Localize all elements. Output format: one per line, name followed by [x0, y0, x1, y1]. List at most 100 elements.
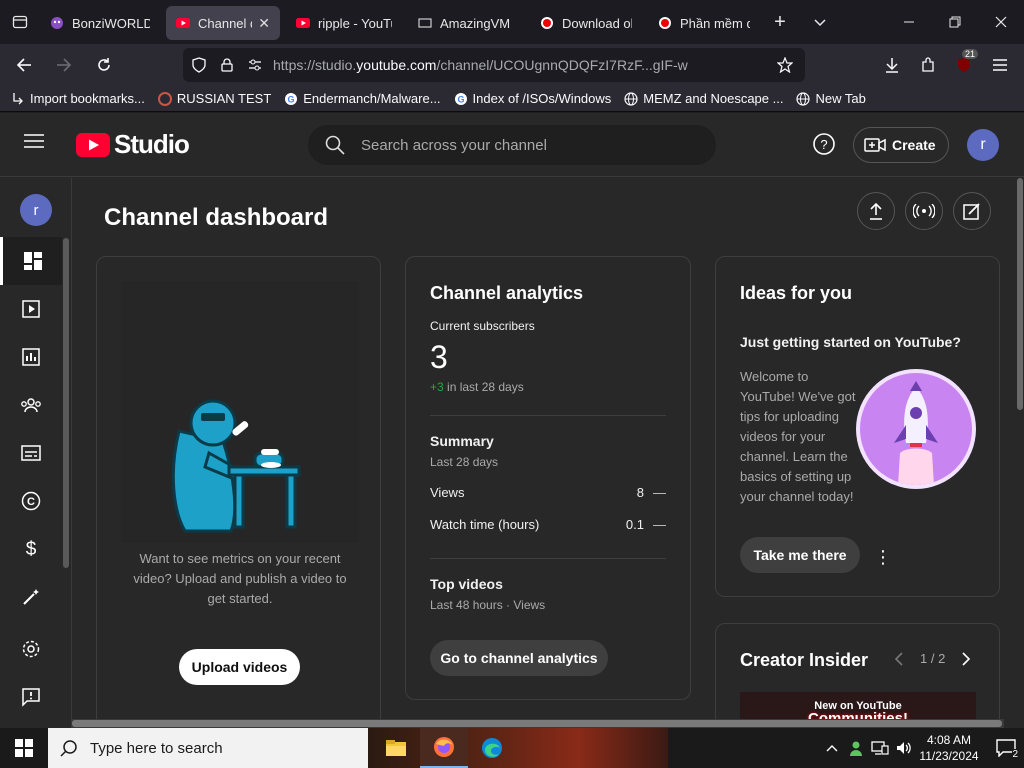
- sidebar-item-customization[interactable]: [0, 573, 62, 621]
- tab-list-icon[interactable]: [0, 0, 40, 44]
- taskbar-clock[interactable]: 4:08 AM 11/23/2024: [916, 732, 982, 764]
- go-to-analytics-button[interactable]: Go to channel analytics: [430, 640, 608, 676]
- maximize-icon[interactable]: [932, 0, 978, 44]
- prev-arrow-icon[interactable]: [894, 652, 904, 666]
- scrollbar-thumb[interactable]: [1017, 178, 1023, 410]
- browser-tab-download-old[interactable]: Download old: [530, 6, 642, 40]
- sidebar-item-settings[interactable]: [0, 625, 62, 673]
- sidebar-item-analytics[interactable]: [0, 333, 62, 381]
- studio-logo[interactable]: Studio: [76, 129, 190, 160]
- browser-tab-ripple[interactable]: ripple - YouTu: [286, 6, 402, 40]
- account-avatar[interactable]: r: [967, 129, 999, 161]
- page-title: Channel dashboard: [104, 204, 329, 231]
- dashboard-icon: [23, 251, 43, 271]
- sidebar-item-copyright[interactable]: C: [0, 477, 62, 525]
- svg-text:C: C: [27, 496, 35, 508]
- metric-row-watch-time[interactable]: Watch time (hours) 0.1 —: [430, 517, 666, 532]
- more-options-icon[interactable]: ⋮: [874, 547, 892, 568]
- notification-center-icon[interactable]: 2: [988, 728, 1024, 768]
- windows-taskbar: Type here to search 4:08 AM 11/23/2024 2: [0, 728, 1024, 768]
- summary-title: Summary: [430, 433, 494, 449]
- bookmark-label: RUSSIAN TEST: [176, 91, 272, 106]
- create-button[interactable]: Create: [853, 127, 949, 163]
- studio-sidebar: r C $: [0, 178, 72, 728]
- page-scrollbar[interactable]: [1016, 178, 1024, 728]
- bookmark-index-isos[interactable]: G Index of /ISOs/Windows: [453, 91, 611, 107]
- chevron-down-icon[interactable]: [800, 0, 840, 44]
- analytics-icon: [21, 347, 41, 367]
- tab-title: Phần mềm qu: [680, 15, 750, 31]
- globe-icon: [795, 91, 811, 107]
- file-explorer-icon[interactable]: [372, 728, 420, 768]
- bookmark-star-icon[interactable]: [771, 57, 799, 73]
- network-icon[interactable]: [868, 741, 892, 755]
- sidebar-scrollbar[interactable]: [63, 238, 69, 568]
- back-arrow-icon[interactable]: [6, 47, 42, 83]
- channel-avatar[interactable]: r: [20, 194, 52, 226]
- shield-icon[interactable]: [185, 57, 213, 73]
- edge-icon[interactable]: [468, 728, 516, 768]
- summary-period: Last 28 days: [430, 455, 499, 469]
- bookmark-memz[interactable]: MEMZ and Noescape ...: [623, 91, 783, 107]
- user-status-icon[interactable]: [844, 740, 868, 756]
- volume-icon[interactable]: [892, 741, 916, 755]
- next-arrow-icon[interactable]: [961, 652, 971, 666]
- go-live-icon[interactable]: [905, 192, 943, 230]
- extensions-icon[interactable]: [910, 47, 946, 83]
- browser-tab-phan-mem[interactable]: Phần mềm qu: [648, 6, 760, 40]
- bookmark-label: Endermanch/Malware...: [303, 91, 441, 106]
- channel-analytics-card: Channel analytics Current subscribers 3 …: [405, 256, 691, 700]
- bookmark-russian-test[interactable]: RUSSIAN TEST: [157, 91, 271, 107]
- close-tab-icon[interactable]: ✕: [258, 15, 270, 32]
- menu-icon[interactable]: [982, 47, 1018, 83]
- sidebar-item-dashboard[interactable]: [0, 237, 62, 285]
- permissions-icon[interactable]: [241, 59, 269, 71]
- browser-tab-channel-dashboard[interactable]: Channel da ✕: [166, 6, 280, 40]
- bookmark-endermanch[interactable]: G Endermanch/Malware...: [283, 91, 441, 107]
- sidebar-item-community[interactable]: [0, 381, 62, 429]
- metric-value: 0.1: [625, 517, 644, 532]
- bookmark-label: MEMZ and Noescape ...: [643, 91, 784, 106]
- lock-icon[interactable]: [213, 58, 241, 72]
- hamburger-menu-icon[interactable]: [24, 133, 44, 149]
- forward-arrow-icon[interactable]: [46, 47, 82, 83]
- browser-tab-bonziworld[interactable]: BonziWORLD: [40, 6, 160, 40]
- windows-start-icon[interactable]: [0, 728, 48, 768]
- address-bar[interactable]: https://studio.youtube.com/channel/UCOUg…: [183, 48, 805, 82]
- new-tab-icon[interactable]: +: [760, 0, 800, 44]
- ublock-icon[interactable]: 21: [946, 47, 982, 83]
- creator-insider-title: Creator Insider: [740, 650, 869, 670]
- magic-wand-icon: [21, 587, 41, 607]
- help-icon[interactable]: ?: [812, 132, 836, 156]
- upload-videos-button[interactable]: Upload videos: [179, 649, 300, 685]
- subscribers-delta: +3 in last 28 days: [430, 380, 524, 394]
- upload-icon[interactable]: [857, 192, 895, 230]
- upload-illustration: [121, 281, 359, 543]
- sidebar-item-content[interactable]: [0, 285, 62, 333]
- metric-trend: —: [653, 485, 666, 500]
- create-post-icon[interactable]: [953, 192, 991, 230]
- youtube-studio-page: Studio Search across your channel ? Crea…: [0, 113, 1024, 728]
- upload-prompt-text: Want to see metrics on your recent video…: [133, 551, 347, 606]
- russian-test-icon: [157, 91, 173, 107]
- reload-icon[interactable]: [86, 47, 122, 83]
- horizontal-scrollbar[interactable]: [72, 719, 1004, 728]
- bookmark-import[interactable]: Import bookmarks...: [10, 91, 145, 107]
- metric-row-views[interactable]: Views 8 —: [430, 485, 666, 500]
- close-window-icon[interactable]: [978, 0, 1024, 44]
- minimize-icon[interactable]: [886, 0, 932, 44]
- firefox-icon[interactable]: [420, 728, 468, 768]
- subtitles-icon: [21, 445, 41, 461]
- browser-tab-amazingvm[interactable]: AmazingVM: [408, 6, 524, 40]
- chevron-up-icon[interactable]: [820, 744, 844, 752]
- taskbar-search-input[interactable]: Type here to search: [48, 728, 368, 768]
- channel-search-input[interactable]: Search across your channel: [308, 125, 716, 165]
- sidebar-item-feedback[interactable]: [0, 673, 62, 721]
- bookmark-new-tab[interactable]: New Tab: [795, 91, 866, 107]
- sidebar-item-subtitles[interactable]: [0, 429, 62, 477]
- search-icon: [325, 135, 345, 155]
- sidebar-item-earn[interactable]: $: [0, 525, 62, 573]
- take-me-there-button[interactable]: Take me there: [740, 537, 860, 573]
- scrollbar-thumb[interactable]: [72, 720, 1002, 727]
- downloads-icon[interactable]: [874, 47, 910, 83]
